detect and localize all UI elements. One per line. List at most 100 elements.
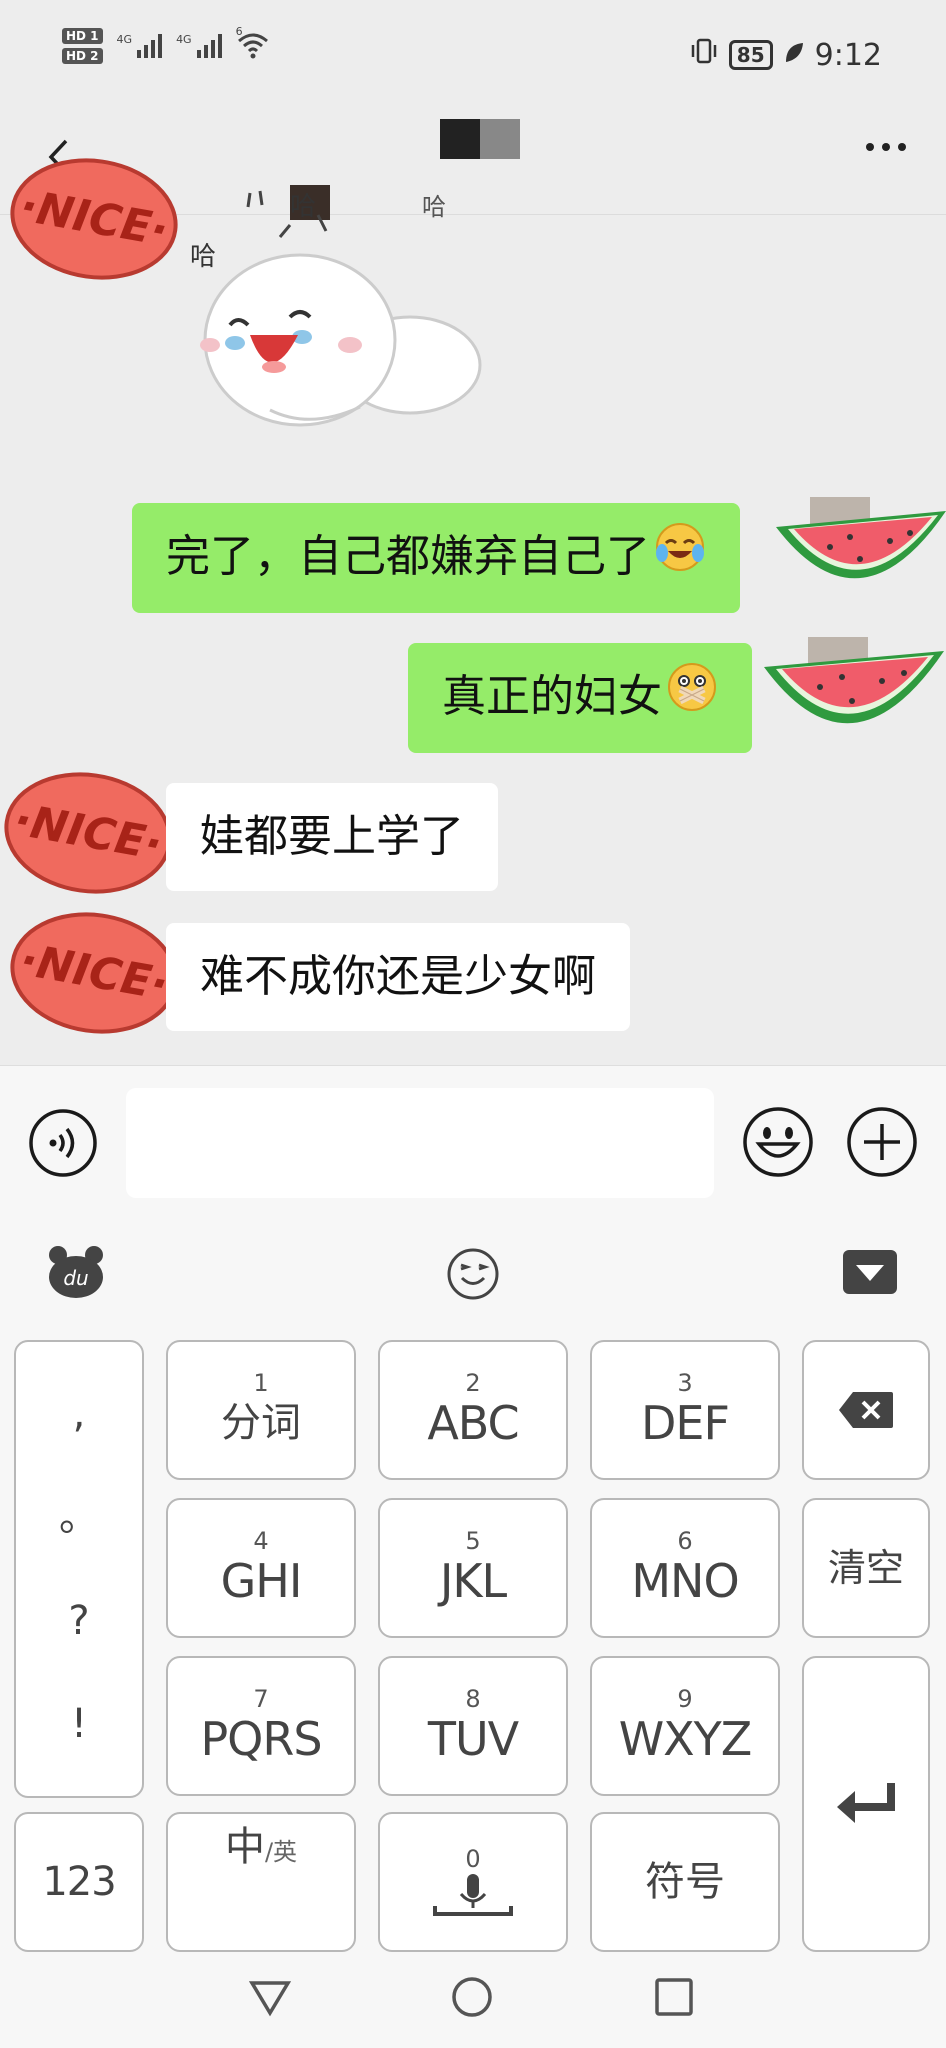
ime-logo-button[interactable]: du [46,1245,106,1303]
hd2-badge: HD 2 [62,48,103,64]
key-6[interactable]: 6 MNO [590,1498,780,1638]
punctuation-column[interactable]: , 。 ? ! [14,1340,144,1798]
key-1[interactable]: 1 分词 [166,1340,356,1480]
key-8[interactable]: 8 TUV [378,1656,568,1796]
battery-indicator: 85 [728,40,773,70]
chat-messages-area[interactable]: ·NICE· 哈 哈 哈 完了，自己都嫌弃自己了 真正的妇女 ·NICE· 娃都… [0,158,946,1065]
key-label: 符号 [645,1859,725,1905]
key-9[interactable]: 9 WXYZ [590,1656,780,1796]
triangle-back-icon [248,1981,292,2017]
enter-key[interactable] [802,1656,930,1952]
punct-exclaim-key[interactable]: ! [71,1704,87,1744]
numbers-switch-key[interactable]: 123 [14,1812,144,1952]
key-label: PQRS [200,1712,322,1766]
ime-emoji-button[interactable] [446,1247,500,1305]
key-label: ABC [427,1396,519,1450]
mouth-taped-emoji-icon [666,645,718,753]
message-input-bar [0,1065,946,1215]
key-sublabel: /英 [264,1838,298,1866]
nav-back-button[interactable] [248,1975,292,2023]
space-voice-key[interactable]: 0 [378,1812,568,1952]
sim1-signal-icon: 4G [117,34,163,58]
more-options-button[interactable] [866,143,906,151]
contact-name-redacted [440,119,520,159]
key-number: 8 [465,1685,481,1713]
sim1-network-label: 4G [116,33,133,46]
voice-input-button[interactable] [28,1108,98,1182]
punct-period-key[interactable]: 。 [59,1497,99,1537]
baidu-paw-logo-icon: du [49,1246,103,1298]
symbols-key[interactable]: 符号 [590,1812,780,1952]
message-input[interactable] [126,1088,714,1198]
message-text: 真正的妇女 [442,671,662,722]
nav-home-button[interactable] [450,1975,494,2023]
key-label: DEF [641,1396,730,1450]
nice-avatar-icon[interactable]: ·NICE· [0,769,176,897]
circle-home-icon [452,1977,492,2017]
clear-key[interactable]: 清空 [802,1498,930,1638]
smiley-icon [743,1107,813,1177]
enter-icon [837,1783,895,1823]
lang-switch-key[interactable]: 中/英 [166,1812,356,1952]
key-label: 清空 [827,1546,904,1590]
system-nav-bar [0,1953,946,2048]
laughing-bun-sticker-icon: 哈 哈 哈 [190,175,482,427]
message-text: 娃都要上学了 [200,811,464,862]
key-label: MNO [631,1554,739,1608]
key-7[interactable]: 7 PQRS [166,1656,356,1796]
backspace-icon [839,1392,893,1428]
key-4[interactable]: 4 GHI [166,1498,356,1638]
key-5[interactable]: 5 JKL [378,1498,568,1638]
crying-laughing-emoji-icon [654,505,706,613]
key-label: WXYZ [618,1712,753,1766]
nice-avatar-icon[interactable]: ·NICE· [6,155,182,283]
key-label: GHI [220,1554,303,1608]
key-label: 中 [224,1824,265,1870]
dot-icon [898,143,906,151]
message-text: 完了，自己都嫌弃自己了 [166,531,650,582]
key-number: 5 [465,1527,481,1555]
dot-icon [882,143,890,151]
key-number: 6 [677,1527,693,1555]
key-number: 7 [253,1685,269,1713]
logo-text: du [63,1266,88,1290]
wink-smiley-icon [447,1248,499,1300]
key-number: 9 [677,1685,693,1713]
key-2[interactable]: 2 ABC [378,1340,568,1480]
nice-avatar-icon[interactable]: ·NICE· [6,909,182,1037]
punct-question-key[interactable]: ? [68,1601,89,1641]
key-3[interactable]: 3 DEF [590,1340,780,1480]
message-bubble-in[interactable]: 难不成你还是少女啊 [166,923,630,1031]
svg-text:哈: 哈 [422,193,446,221]
punct-comma-key[interactable]: , [73,1394,86,1434]
key-number: 4 [253,1527,269,1555]
nav-recents-button[interactable] [652,1975,696,2023]
laughing-sticker[interactable]: 哈 哈 哈 [190,175,490,445]
ime-keyboard: du , 。 ? ! 1 分词 2 ABC 3 DEF 4 GHI 5 JKL … [0,1215,946,1953]
sim2-signal-icon: 4G [176,34,222,58]
key-number: 3 [677,1369,693,1397]
sim2-network-label: 4G [176,33,192,46]
more-functions-button[interactable] [846,1106,918,1182]
message-bubble-out[interactable]: 真正的妇女 [408,643,752,753]
key-number: 1 [253,1369,269,1397]
wifi-badge: 6 [235,25,243,38]
status-bar: HD 1 HD 2 4G 4G 6 85 9:12 [0,0,946,105]
backspace-key[interactable] [802,1340,930,1480]
emoji-button[interactable] [742,1106,814,1182]
key-label: JKL [439,1554,507,1608]
power-saving-leaf-icon [783,38,805,73]
svg-text:哈: 哈 [190,242,216,272]
message-bubble-out[interactable]: 完了，自己都嫌弃自己了 [132,503,740,613]
clock: 9:12 [814,37,882,73]
plus-circle-icon [847,1107,917,1177]
watermelon-avatar-icon[interactable] [770,497,946,617]
key-number: 2 [465,1369,481,1397]
key-number: 0 [465,1845,481,1873]
key-label: 分词 [221,1400,301,1446]
hide-keyboard-button[interactable] [842,1249,898,1299]
message-bubble-in[interactable]: 娃都要上学了 [166,783,498,891]
key-label: TUV [427,1712,519,1766]
square-recents-icon [655,1978,693,2016]
watermelon-avatar-icon[interactable] [758,637,946,757]
